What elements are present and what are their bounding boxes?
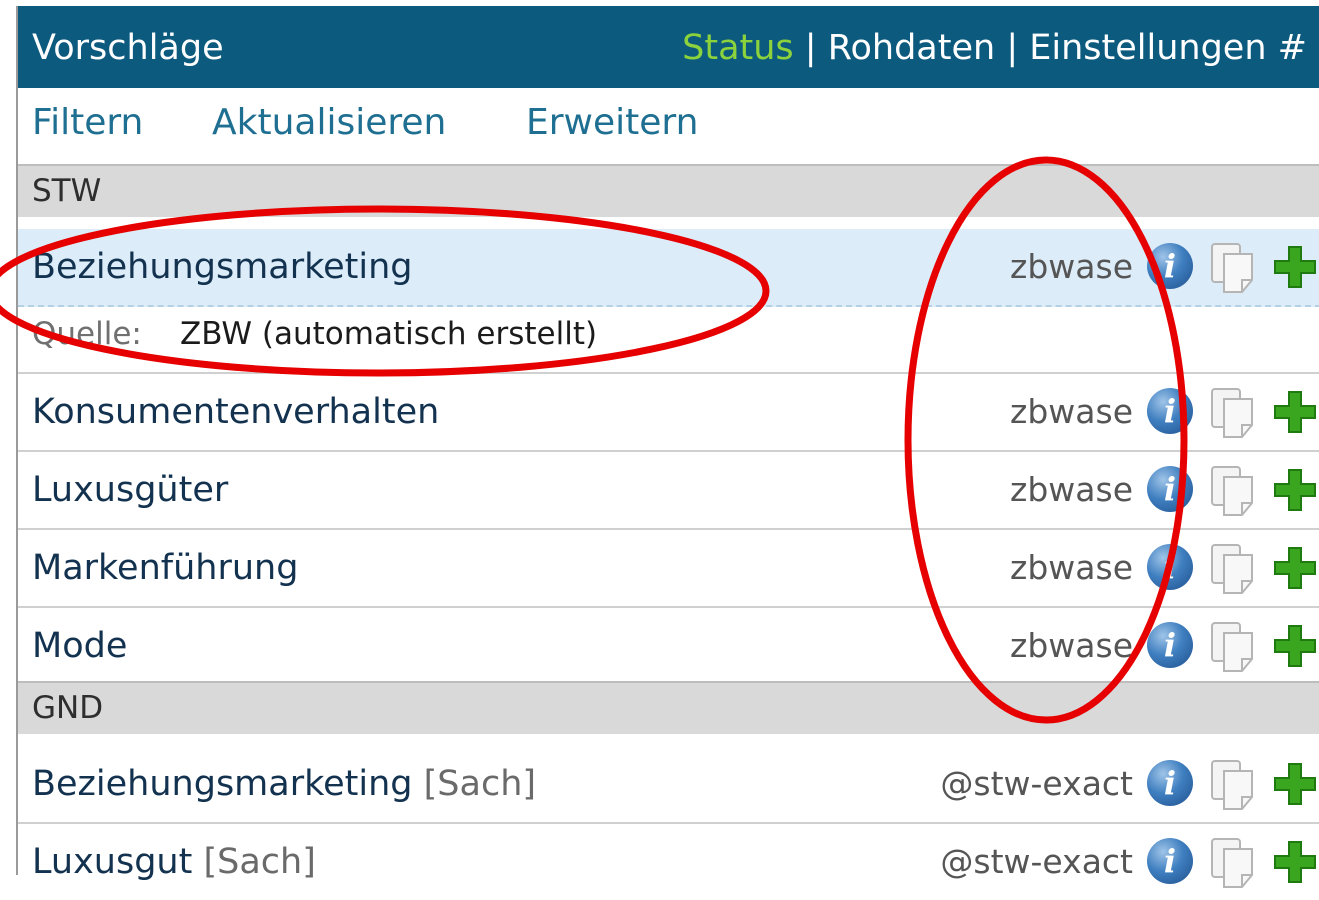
info-icon[interactable]: i <box>1147 388 1193 434</box>
suggestion-source: @stw-exact <box>940 842 1133 881</box>
expand-button[interactable]: Erweitern <box>526 98 698 148</box>
copy-icon[interactable] <box>1209 241 1257 295</box>
suggestion-row[interactable]: Luxusgut [Sach] @stw-exact i <box>18 824 1319 900</box>
copy-icon[interactable] <box>1209 464 1257 518</box>
plus-icon[interactable] <box>1273 468 1317 512</box>
suggestion-source: zbwase <box>1010 392 1133 431</box>
suggestion-detail: Quelle: ZBW (automatisch erstellt) <box>18 306 1319 374</box>
status-link[interactable]: Status <box>682 28 794 68</box>
suggestion-label[interactable]: Mode <box>32 622 127 670</box>
suggestion-source: zbwase <box>1010 548 1133 587</box>
plus-icon[interactable] <box>1273 390 1317 434</box>
filter-button[interactable]: Filtern <box>32 98 143 148</box>
header-links: Status | Rohdaten | Einstellungen # <box>682 18 1307 78</box>
copy-icon[interactable] <box>1209 620 1257 674</box>
rohdaten-link[interactable]: Rohdaten <box>828 28 995 68</box>
suggestions-panel: Vorschläge Status | Rohdaten | Einstellu… <box>16 6 1319 888</box>
suggestion-source: zbwase <box>1010 470 1133 509</box>
suggestion-source: zbwase <box>1010 626 1133 665</box>
suggestion-label[interactable]: Konsumentenverhalten <box>32 388 439 436</box>
source-value: ZBW (automatisch erstellt) <box>180 316 598 352</box>
link-separator: | <box>1006 28 1019 68</box>
term-type-tag: [Sach] <box>203 842 316 882</box>
einstellungen-link[interactable]: Einstellungen <box>1029 28 1266 68</box>
term-text: Luxusgut <box>32 842 193 882</box>
info-icon[interactable]: i <box>1147 760 1193 806</box>
link-separator: | <box>804 28 817 68</box>
group-header-gnd[interactable]: GND <box>18 681 1319 734</box>
group-name: STW <box>32 173 102 209</box>
suggestion-source: @stw-exact <box>940 764 1133 803</box>
suggestion-row[interactable]: Beziehungsmarketing zbwase i <box>18 229 1319 307</box>
plus-icon[interactable] <box>1273 762 1317 806</box>
refresh-button[interactable]: Aktualisieren <box>212 98 446 148</box>
suggestion-label[interactable]: Luxusgüter <box>32 466 228 514</box>
toolbar: Filtern Aktualisieren Erweitern <box>18 88 1319 164</box>
source-label: Quelle: <box>32 316 142 352</box>
plus-icon[interactable] <box>1273 624 1317 668</box>
info-icon[interactable]: i <box>1147 622 1193 668</box>
copy-icon[interactable] <box>1209 758 1257 812</box>
info-icon[interactable]: i <box>1147 544 1193 590</box>
suggestion-row[interactable]: Luxusgüter zbwase i <box>18 452 1319 530</box>
hash-link[interactable]: # <box>1278 28 1307 68</box>
copy-icon[interactable] <box>1209 386 1257 440</box>
copy-icon[interactable] <box>1209 836 1257 890</box>
suggestion-row[interactable]: Markenführung zbwase i <box>18 530 1319 608</box>
plus-icon[interactable] <box>1273 245 1317 289</box>
group-header-stw[interactable]: STW <box>18 164 1319 217</box>
plus-icon[interactable] <box>1273 546 1317 590</box>
suggestion-source: zbwase <box>1010 247 1133 286</box>
plus-icon[interactable] <box>1273 840 1317 884</box>
suggestion-label[interactable]: Markenführung <box>32 544 298 592</box>
suggestion-label[interactable]: Luxusgut [Sach] <box>32 838 316 886</box>
panel-header: Vorschläge Status | Rohdaten | Einstellu… <box>18 6 1319 88</box>
term-type-tag: [Sach] <box>423 764 537 804</box>
info-icon[interactable]: i <box>1147 838 1193 884</box>
copy-icon[interactable] <box>1209 542 1257 596</box>
group-name: GND <box>32 690 104 726</box>
panel-title: Vorschläge <box>32 28 224 68</box>
suggestion-row[interactable]: Konsumentenverhalten zbwase i <box>18 374 1319 452</box>
info-icon[interactable]: i <box>1147 466 1193 512</box>
suggestion-row[interactable]: Mode zbwase i <box>18 608 1319 686</box>
suggestion-label[interactable]: Beziehungsmarketing <box>32 243 413 291</box>
suggestion-label[interactable]: Beziehungsmarketing [Sach] <box>32 760 536 808</box>
suggestion-row[interactable]: Beziehungsmarketing [Sach] @stw-exact i <box>18 746 1319 824</box>
term-text: Beziehungsmarketing <box>32 764 413 804</box>
info-icon[interactable]: i <box>1147 243 1193 289</box>
